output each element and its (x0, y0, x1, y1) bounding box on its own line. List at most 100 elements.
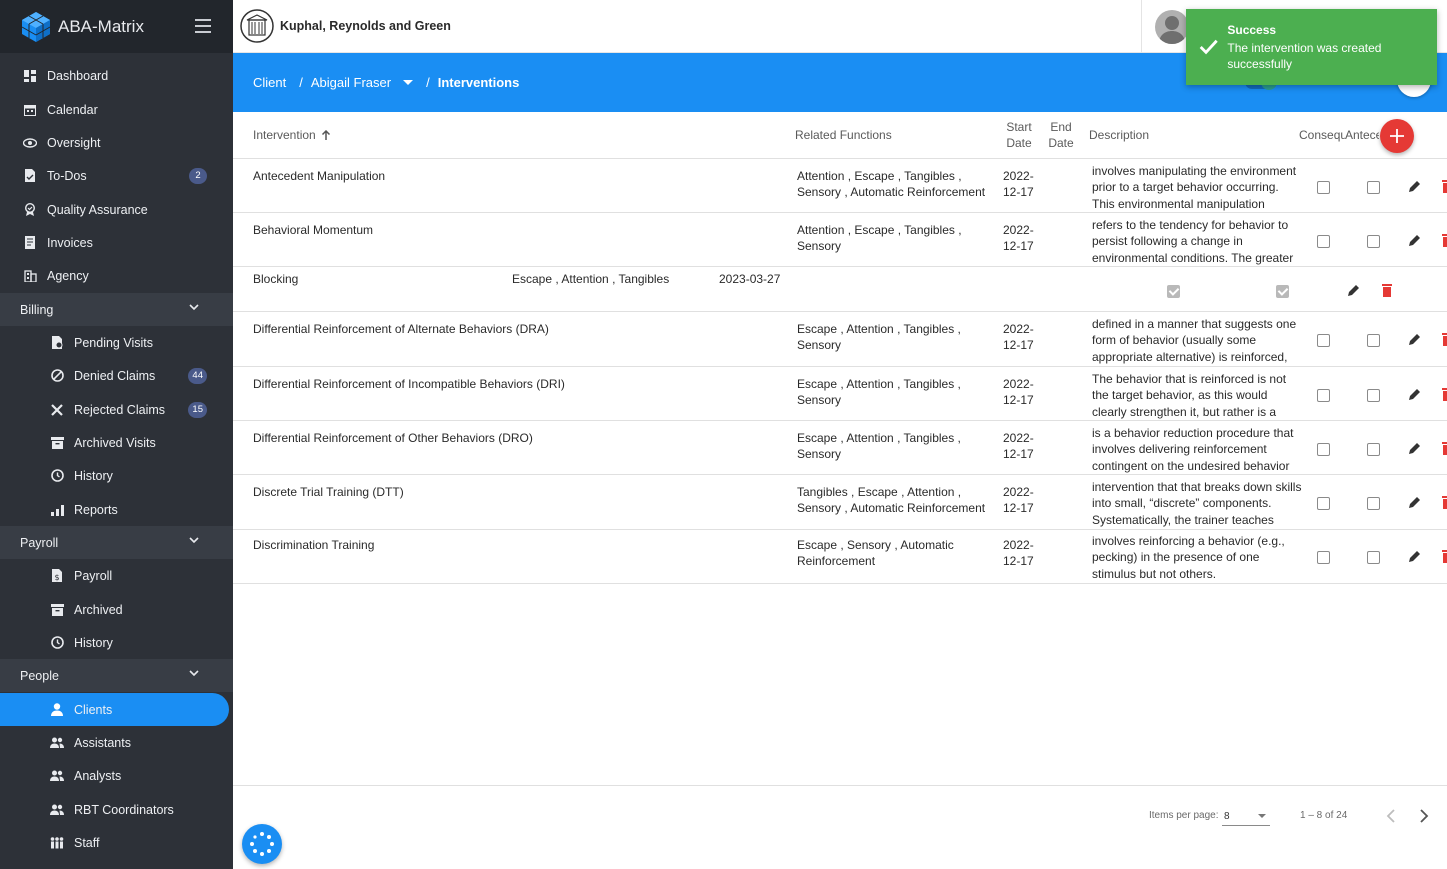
sidebar-item-label: Calendar (47, 102, 98, 117)
breadcrumb-client-name[interactable]: Abigail Fraser (311, 75, 391, 90)
chevron-down-icon (189, 304, 199, 311)
start-date: 2022-12-17 (1003, 431, 1034, 462)
sidebar-item-clients[interactable]: Clients (0, 693, 229, 726)
chevron-down-icon (189, 670, 199, 677)
sidebar-item-rejected-claims[interactable]: Rejected Claims 15 (0, 393, 229, 426)
staff-icon (50, 836, 64, 850)
start-date: 2022-12-17 (1003, 538, 1034, 569)
intervention-name[interactable]: Antecedent Manipulation (253, 168, 385, 184)
edit-pencil-icon[interactable] (1408, 179, 1422, 193)
edit-pencil-icon[interactable] (1347, 283, 1361, 297)
intervention-name[interactable]: Discrete Trial Training (DTT) (253, 484, 404, 500)
sidebar-item-archived-visits[interactable]: Archived Visits (0, 426, 229, 459)
intervention-name[interactable]: Differential Reinforcement of Alternate … (253, 321, 549, 337)
sidebar-item-payroll-archived[interactable]: Archived (0, 593, 229, 626)
sidebar-item-label: History (74, 468, 113, 483)
agency-name: Kuphal, Reynolds and Green (280, 19, 451, 33)
related-functions: Escape , Attention , Tangibles , Sensory (797, 377, 961, 408)
intervention-name[interactable]: Discrimination Training (253, 537, 374, 553)
breadcrumb-client[interactable]: Client (253, 75, 286, 90)
antecedent-checkbox[interactable] (1367, 497, 1380, 510)
quality-icon (23, 203, 37, 217)
consequence-checkbox[interactable] (1167, 285, 1180, 298)
start-date: 2022-12-17 (1003, 485, 1034, 516)
sidebar-item-assistants[interactable]: Assistants (0, 726, 229, 759)
sort-ascending-icon (321, 129, 330, 140)
cube-logo-icon (21, 11, 51, 42)
edit-pencil-icon[interactable] (1408, 387, 1422, 401)
edit-pencil-icon[interactable] (1408, 233, 1422, 247)
success-toast[interactable]: Success The intervention was created suc… (1186, 9, 1437, 85)
add-intervention-button[interactable] (1380, 119, 1414, 153)
sidebar-item-denied-claims[interactable]: Denied Claims 44 (0, 359, 229, 392)
antecedent-checkbox[interactable] (1367, 389, 1380, 402)
sidebar-item-staff[interactable]: Staff (0, 826, 229, 859)
client-dropdown-icon[interactable] (403, 80, 414, 85)
consequence-checkbox[interactable] (1317, 235, 1330, 248)
delete-trash-icon[interactable] (1441, 495, 1447, 509)
sidebar-item-quality-assurance[interactable]: Quality Assurance (0, 193, 229, 226)
delete-trash-icon[interactable] (1441, 233, 1447, 247)
intervention-name[interactable]: Differential Reinforcement of Incompatib… (253, 376, 565, 392)
sidebar-item-todos[interactable]: To-Dos 2 (0, 159, 229, 192)
delete-trash-icon[interactable] (1441, 179, 1447, 193)
eye-icon (23, 136, 37, 150)
sidebar-item-dashboard[interactable]: Dashboard (0, 59, 229, 92)
sidebar-item-payroll[interactable]: $ Payroll (0, 559, 229, 592)
sidebar-item-history[interactable]: History (0, 459, 229, 492)
antecedent-checkbox[interactable] (1367, 443, 1380, 456)
consequence-checkbox[interactable] (1317, 443, 1330, 456)
table-row: Behavioral Momentum Attention , Escape ,… (233, 213, 1447, 267)
antecedent-checkbox[interactable] (1276, 285, 1289, 298)
consequence-checkbox[interactable] (1317, 389, 1330, 402)
edit-pencil-icon[interactable] (1408, 441, 1422, 455)
items-per-page-select[interactable]: 8 (1222, 808, 1270, 826)
delete-trash-icon[interactable] (1441, 549, 1447, 563)
table-row: Discrete Trial Training (DTT) Tangibles … (233, 475, 1447, 530)
dots-ring-icon (250, 832, 274, 856)
next-page-icon[interactable] (1417, 808, 1431, 824)
sidebar-item-reports[interactable]: Reports (0, 493, 229, 526)
delete-trash-icon[interactable] (1441, 332, 1447, 346)
sidebar-section-payroll[interactable]: Payroll (0, 526, 233, 559)
group-icon (50, 803, 64, 817)
antecedent-checkbox[interactable] (1367, 334, 1380, 347)
payroll-icon: $ (50, 569, 64, 583)
consequence-checkbox[interactable] (1317, 334, 1330, 347)
sidebar-section-people[interactable]: People (0, 659, 233, 692)
sidebar-item-rbt-coordinators[interactable]: RBT Coordinators (0, 793, 229, 826)
previous-page-icon[interactable] (1384, 808, 1398, 824)
archive-icon (50, 436, 64, 450)
description: refers to the tendency for behavior to p… (1092, 218, 1294, 265)
consequence-checkbox[interactable] (1317, 181, 1330, 194)
column-header-intervention[interactable]: Intervention (253, 112, 331, 158)
intervention-name[interactable]: Behavioral Momentum (253, 222, 373, 238)
antecedent-checkbox[interactable] (1367, 181, 1380, 194)
sidebar-item-analysts[interactable]: Analysts (0, 759, 229, 792)
user-avatar[interactable] (1155, 10, 1189, 44)
delete-trash-icon[interactable] (1441, 441, 1447, 455)
edit-pencil-icon[interactable] (1408, 332, 1422, 346)
sidebar-item-payroll-history[interactable]: History (0, 626, 229, 659)
sidebar-item-pending-visits[interactable]: Pending Visits (0, 326, 229, 359)
delete-trash-icon[interactable] (1441, 387, 1447, 401)
intervention-name[interactable]: Differential Reinforcement of Other Beha… (253, 430, 533, 446)
sidebar-item-agency[interactable]: Agency (0, 259, 229, 292)
antecedent-checkbox[interactable] (1367, 235, 1380, 248)
sidebar-item-calendar[interactable]: Calendar (0, 93, 229, 126)
edit-pencil-icon[interactable] (1408, 549, 1422, 563)
consequence-checkbox[interactable] (1317, 497, 1330, 510)
antecedent-checkbox[interactable] (1367, 551, 1380, 564)
rejected-icon (50, 403, 64, 417)
denied-icon (50, 369, 64, 383)
edit-pencil-icon[interactable] (1408, 495, 1422, 509)
sidebar-section-billing[interactable]: Billing (0, 293, 233, 326)
sidebar-item-oversight[interactable]: Oversight (0, 126, 229, 159)
sidebar-item-label: Payroll (74, 568, 113, 583)
chat-widget-button[interactable] (242, 824, 282, 864)
sidebar-item-invoices[interactable]: Invoices (0, 226, 229, 259)
intervention-name[interactable]: Blocking (253, 271, 298, 287)
consequence-checkbox[interactable] (1317, 551, 1330, 564)
delete-trash-icon[interactable] (1381, 283, 1393, 297)
menu-toggle-icon[interactable] (195, 19, 211, 33)
